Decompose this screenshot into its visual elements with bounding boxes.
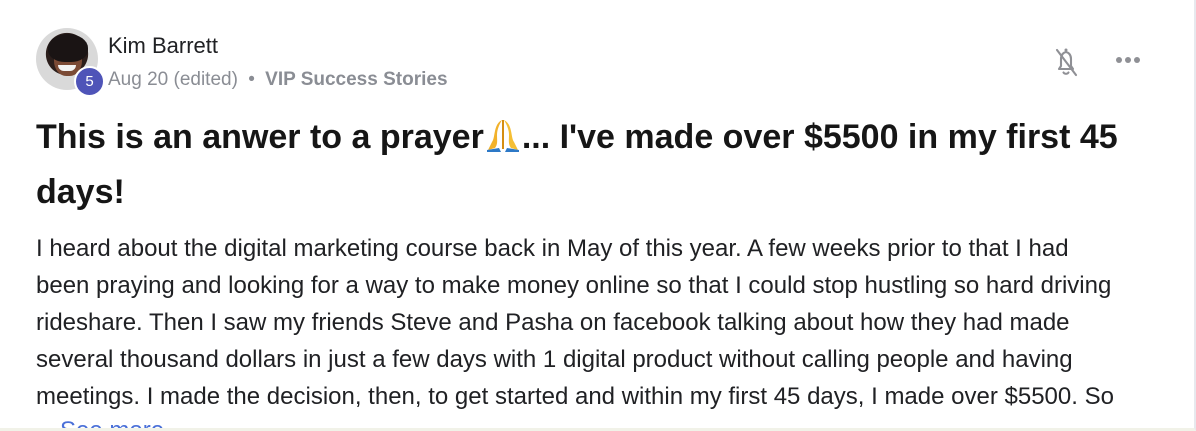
- post-header: 5 Kim Barrett Aug 20 (edited) • VIP Succ…: [36, 28, 1156, 98]
- praying-hands-icon: [484, 115, 522, 152]
- bell-off-icon[interactable]: [1051, 45, 1081, 79]
- avatar-face-detail: [58, 65, 76, 71]
- community-post: 5 Kim Barrett Aug 20 (edited) • VIP Succ…: [0, 0, 1196, 431]
- author-name[interactable]: Kim Barrett: [108, 33, 218, 59]
- post-category[interactable]: VIP Success Stories: [265, 69, 447, 90]
- level-badge: 5: [74, 66, 105, 97]
- post-title-start: This is an anwer to a prayer: [36, 118, 484, 156]
- meta-separator: •: [248, 69, 255, 90]
- post-body: I heard about the digital marketing cour…: [36, 235, 1114, 410]
- more-horizontal-icon[interactable]: [1114, 50, 1142, 70]
- post-date: Aug 20 (edited): [108, 69, 238, 90]
- see-more-link[interactable]: See more: [60, 419, 164, 428]
- post-meta: Aug 20 (edited) • VIP Success Stories: [108, 68, 448, 92]
- post-title: This is an anwer to a prayer... I've mad…: [36, 110, 1156, 220]
